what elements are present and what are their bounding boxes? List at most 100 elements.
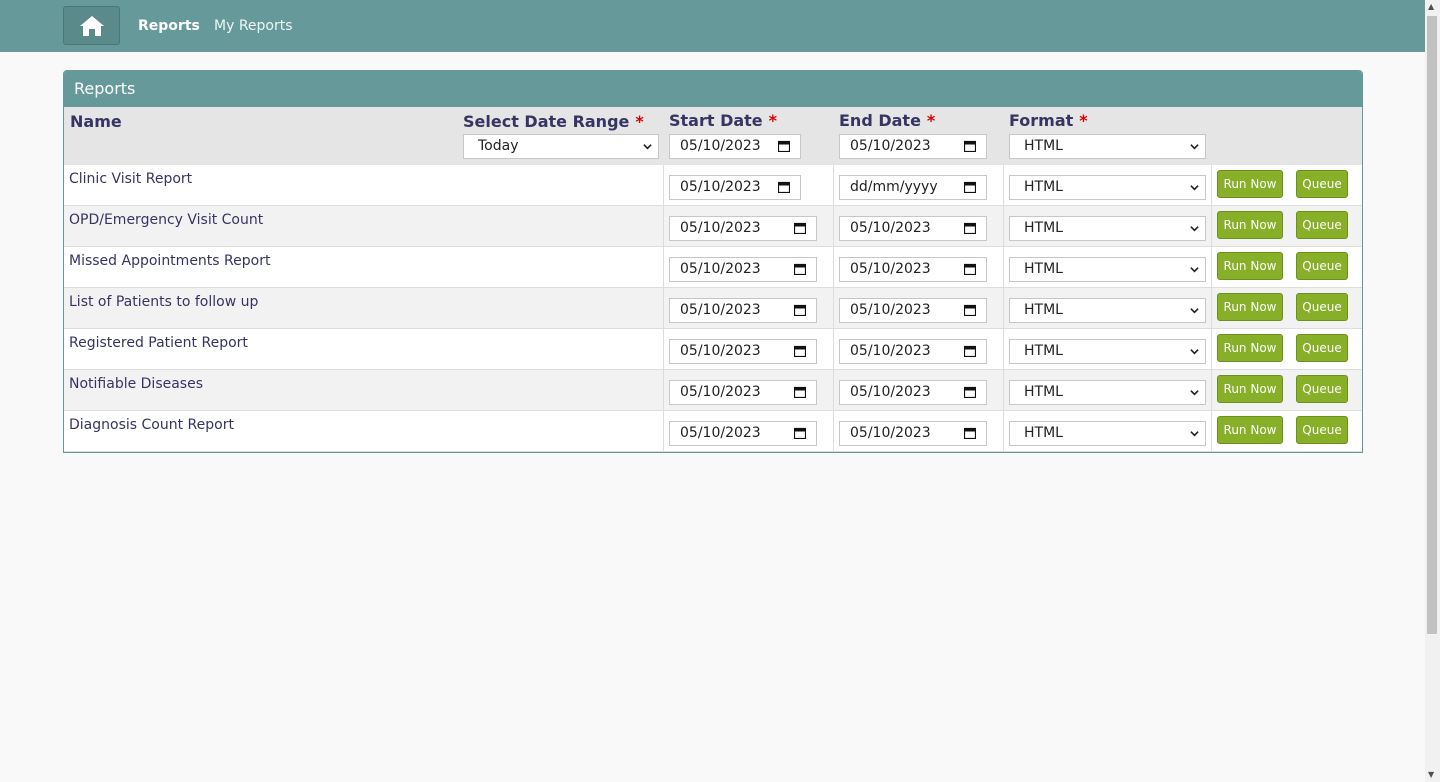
report-name: Missed Appointments Report	[69, 253, 271, 269]
column-header-name: Name	[70, 112, 122, 131]
end-date-input[interactable]: 05/10/2023	[839, 257, 987, 282]
home-button[interactable]	[63, 6, 120, 45]
calendar-icon[interactable]	[794, 263, 806, 275]
format-select[interactable]: HTML	[1009, 298, 1206, 323]
calendar-icon[interactable]	[794, 304, 806, 316]
chevron-down-icon	[1190, 144, 1199, 150]
calendar-icon[interactable]	[964, 222, 976, 234]
run-now-button[interactable]: Run Now	[1217, 252, 1283, 280]
header-start-date-input[interactable]: 05/10/2023	[669, 134, 801, 159]
format-value: HTML	[1024, 343, 1063, 359]
vertical-scrollbar[interactable]: ▲ ▼	[1425, 0, 1440, 782]
start-date-input[interactable]: 05/10/2023	[669, 216, 817, 241]
format-value: HTML	[1024, 384, 1063, 400]
chevron-down-icon	[643, 144, 652, 150]
date-value: 05/10/2023	[680, 302, 761, 318]
date-value: 05/10/2023	[680, 384, 761, 400]
end-date-input[interactable]: 05/10/2023	[839, 298, 987, 323]
end-date-input[interactable]: dd/mm/yyyy	[839, 175, 987, 200]
scrollbar-thumb[interactable]	[1427, 16, 1437, 634]
scroll-down-arrow-icon[interactable]: ▼	[1428, 770, 1434, 779]
required-mark: *	[926, 111, 936, 130]
chevron-down-icon	[1190, 349, 1199, 355]
calendar-icon[interactable]	[794, 345, 806, 357]
queue-button[interactable]: Queue	[1296, 375, 1348, 403]
format-select[interactable]: HTML	[1009, 216, 1206, 241]
calendar-icon[interactable]	[794, 222, 806, 234]
chevron-down-icon	[1190, 431, 1199, 437]
format-select[interactable]: HTML	[1009, 257, 1206, 282]
table-row: Registered Patient Report 05/10/2023 05/10…	[64, 329, 1362, 370]
date-value: 05/10/2023	[850, 384, 931, 400]
calendar-icon[interactable]	[794, 386, 806, 398]
queue-button[interactable]: Queue	[1296, 211, 1348, 239]
date-value: 05/10/2023	[680, 220, 761, 236]
run-now-button[interactable]: Run Now	[1217, 211, 1283, 239]
start-date-input[interactable]: 05/10/2023	[669, 175, 801, 200]
start-date-input[interactable]: 05/10/2023	[669, 380, 817, 405]
cell-divider	[663, 165, 664, 206]
header-format-select[interactable]: HTML	[1009, 134, 1206, 159]
cell-divider	[1211, 247, 1212, 288]
nav-reports-link[interactable]: Reports	[138, 18, 200, 34]
run-now-button[interactable]: Run Now	[1217, 375, 1283, 403]
calendar-icon[interactable]	[964, 140, 976, 152]
start-date-input[interactable]: 05/10/2023	[669, 257, 817, 282]
start-date-input[interactable]: 05/10/2023	[669, 421, 817, 446]
report-name: Diagnosis Count Report	[69, 417, 234, 433]
format-select[interactable]: HTML	[1009, 175, 1206, 200]
table-row: Clinic Visit Report 05/10/2023 dd/mm/yyyy H…	[64, 165, 1362, 206]
calendar-icon[interactable]	[794, 427, 806, 439]
queue-button[interactable]: Queue	[1296, 293, 1348, 321]
date-range-select[interactable]: Today	[463, 134, 659, 159]
start-date-input[interactable]: 05/10/2023	[669, 339, 817, 364]
calendar-icon[interactable]	[778, 140, 790, 152]
cell-divider	[663, 288, 664, 329]
required-mark: *	[635, 112, 644, 131]
queue-button[interactable]: Queue	[1296, 416, 1348, 444]
queue-button[interactable]: Queue	[1296, 252, 1348, 280]
column-header-end-date: End Date *	[839, 111, 936, 130]
start-date-input[interactable]: 05/10/2023	[669, 298, 817, 323]
calendar-icon[interactable]	[964, 304, 976, 316]
cell-divider	[663, 370, 664, 411]
column-header-start-date: Start Date *	[669, 111, 778, 130]
format-select[interactable]: HTML	[1009, 339, 1206, 364]
cell-divider	[833, 165, 834, 206]
run-now-button[interactable]: Run Now	[1217, 416, 1283, 444]
queue-button[interactable]: Queue	[1296, 170, 1348, 198]
end-date-input[interactable]: 05/10/2023	[839, 380, 987, 405]
scroll-up-arrow-icon[interactable]: ▲	[1428, 2, 1434, 11]
cell-divider	[833, 247, 834, 288]
date-value: 05/10/2023	[680, 261, 761, 277]
cell-divider	[1003, 370, 1004, 411]
calendar-icon[interactable]	[964, 386, 976, 398]
format-value: HTML	[1024, 261, 1063, 277]
format-select[interactable]: HTML	[1009, 380, 1206, 405]
format-select[interactable]: HTML	[1009, 421, 1206, 446]
calendar-icon[interactable]	[964, 345, 976, 357]
run-now-button[interactable]: Run Now	[1217, 334, 1283, 362]
end-date-input[interactable]: 05/10/2023	[839, 216, 987, 241]
cell-divider	[663, 411, 664, 452]
calendar-icon[interactable]	[964, 427, 976, 439]
reports-panel: Reports Name Select Date Range * Start Da…	[63, 70, 1363, 453]
cell-divider	[1003, 206, 1004, 247]
queue-button[interactable]: Queue	[1296, 334, 1348, 362]
header-end-date-input[interactable]: 05/10/2023	[839, 134, 987, 159]
nav-my-reports-link[interactable]: My Reports	[214, 18, 293, 34]
end-date-input[interactable]: 05/10/2023	[839, 339, 987, 364]
calendar-icon[interactable]	[964, 263, 976, 275]
cell-divider	[1003, 329, 1004, 370]
cell-divider	[1003, 247, 1004, 288]
calendar-icon[interactable]	[964, 181, 976, 193]
cell-divider	[833, 329, 834, 370]
chevron-down-icon	[1190, 226, 1199, 232]
date-value: 05/10/2023	[680, 343, 761, 359]
format-value: HTML	[1024, 302, 1063, 318]
run-now-button[interactable]: Run Now	[1217, 170, 1283, 198]
calendar-icon[interactable]	[778, 181, 790, 193]
run-now-button[interactable]: Run Now	[1217, 293, 1283, 321]
end-date-input[interactable]: 05/10/2023	[839, 421, 987, 446]
table-row: Missed Appointments Report 05/10/2023 05/1…	[64, 247, 1362, 288]
